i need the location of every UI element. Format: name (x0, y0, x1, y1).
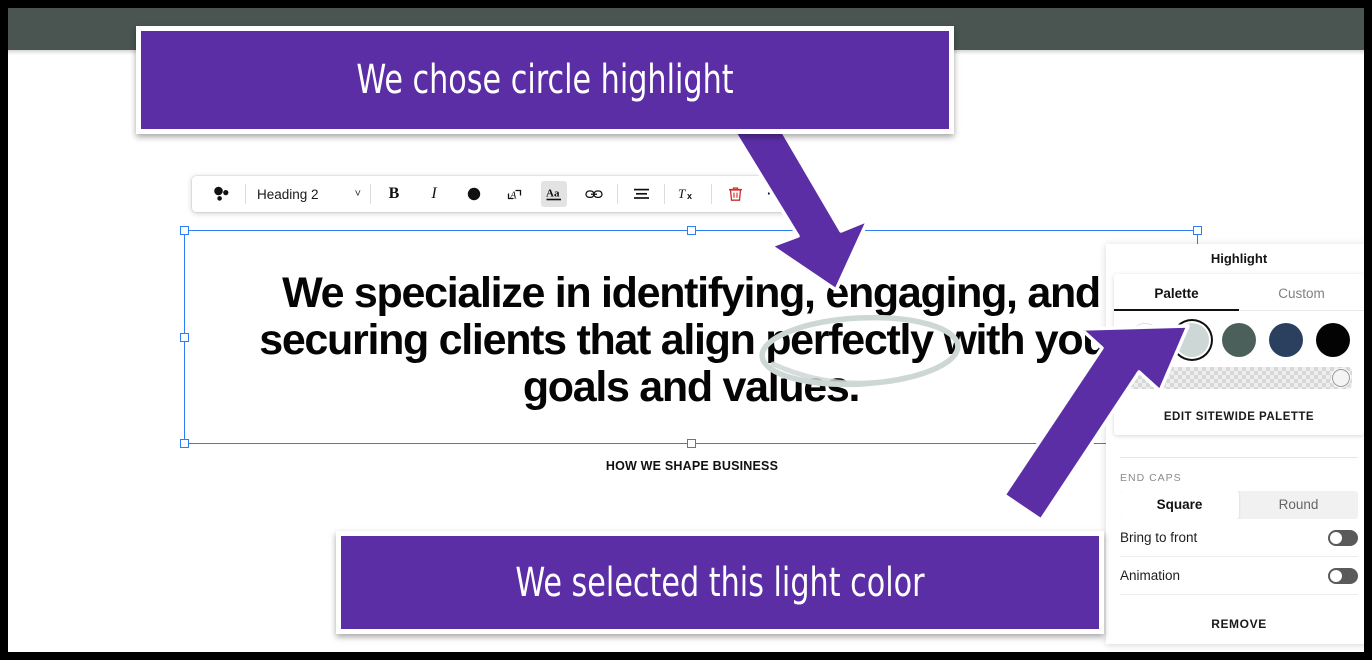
end-caps-toggle-group: Square Round (1120, 491, 1358, 519)
align-icon[interactable] (628, 181, 654, 207)
toolbar-divider (617, 184, 618, 204)
text-color-button[interactable] (461, 181, 487, 207)
swatch-white[interactable] (1128, 323, 1162, 357)
clear-formatting-icon[interactable]: T x (675, 181, 701, 207)
eyebrow-text: HOW WE SHAPE BUSINESS (605, 459, 779, 473)
paragraph-style-icon[interactable] (209, 181, 235, 207)
swatch-light-gray-blue[interactable] (1175, 323, 1209, 357)
end-cap-square[interactable]: Square (1120, 491, 1239, 519)
link-icon[interactable] (581, 181, 607, 207)
animation-row: Animation (1120, 557, 1358, 595)
svg-text:x: x (687, 191, 692, 201)
callout-1-text: We chose circle highlight (356, 57, 734, 103)
swatch-sage-green[interactable] (1222, 323, 1256, 357)
opacity-slider-knob[interactable] (1332, 369, 1350, 387)
callout-2-text: We selected this light color (515, 559, 925, 606)
end-cap-round[interactable]: Round (1239, 491, 1358, 519)
toolbar-divider (370, 184, 371, 204)
resize-handle-bottom-left[interactable] (180, 439, 189, 448)
opacity-slider[interactable] (1126, 367, 1352, 389)
toolbar-divider (711, 184, 712, 204)
palette-card: Palette Custom EDIT SITEWIDE PALETTE (1114, 274, 1364, 435)
toggle-knob (1330, 569, 1342, 582)
bring-to-front-label: Bring to front (1120, 530, 1198, 545)
animation-label: Animation (1120, 568, 1181, 583)
end-caps-label: END CAPS (1120, 472, 1182, 484)
chevron-down-icon: ˅ (354, 188, 361, 200)
resize-handle-top-right[interactable] (1193, 226, 1202, 235)
bring-to-front-toggle[interactable] (1328, 529, 1358, 546)
color-swatch-row (1114, 311, 1364, 365)
callout-circle-highlight: We chose circle highlight (136, 26, 954, 134)
toolbar-divider (664, 184, 665, 204)
text-formatting-toolbar[interactable]: Heading 2 ˅ B I A Aa T x ⋯ (192, 176, 805, 212)
page-heading: We specialize in identifying, engaging, … (259, 269, 1124, 411)
animation-toggle[interactable] (1328, 567, 1358, 584)
toolbar-divider (245, 184, 246, 204)
resize-handle-top-left[interactable] (180, 226, 189, 235)
swatch-navy-blue[interactable] (1269, 323, 1303, 357)
highlight-panel: Highlight Palette Custom EDIT SITEWIDE P… (1106, 244, 1364, 644)
trash-icon[interactable] (722, 181, 748, 207)
svg-text:Aa: Aa (546, 188, 560, 200)
callout-light-color: We selected this light color (336, 531, 1104, 634)
panel-title: Highlight (1210, 251, 1268, 266)
text-effect-icon[interactable]: A (501, 181, 527, 207)
screenshot-frame: HOW WE SHAPE BUSINESS We specialize in i… (0, 0, 1372, 660)
palette-tabs: Palette Custom (1114, 274, 1364, 311)
tab-custom[interactable]: Custom (1239, 274, 1364, 311)
tab-palette[interactable]: Palette (1114, 274, 1239, 311)
panel-body: END CAPS Square Round Bring to front Ani… (1106, 457, 1364, 631)
resize-handle-top-center[interactable] (687, 226, 696, 235)
svg-text:T: T (678, 186, 686, 201)
block-style-select[interactable]: Heading 2 ˅ (249, 187, 367, 202)
more-options-icon[interactable]: ⋯ (762, 181, 788, 207)
remove-button[interactable]: REMOVE (1120, 595, 1358, 631)
toggle-knob (1330, 531, 1342, 544)
block-style-value: Heading 2 (257, 186, 319, 202)
site-editor-canvas: HOW WE SHAPE BUSINESS We specialize in i… (8, 8, 1364, 652)
opacity-row (1114, 365, 1364, 389)
highlight-button[interactable]: Aa (541, 181, 567, 207)
swatch-black[interactable] (1316, 323, 1350, 357)
svg-text:A: A (509, 190, 517, 201)
resize-handle-bottom-center[interactable] (687, 439, 696, 448)
bold-button[interactable]: B (381, 181, 407, 207)
edit-sitewide-palette-link[interactable]: EDIT SITEWIDE PALETTE (1114, 389, 1364, 423)
bring-to-front-row: Bring to front (1120, 519, 1358, 557)
italic-button[interactable]: I (421, 181, 447, 207)
